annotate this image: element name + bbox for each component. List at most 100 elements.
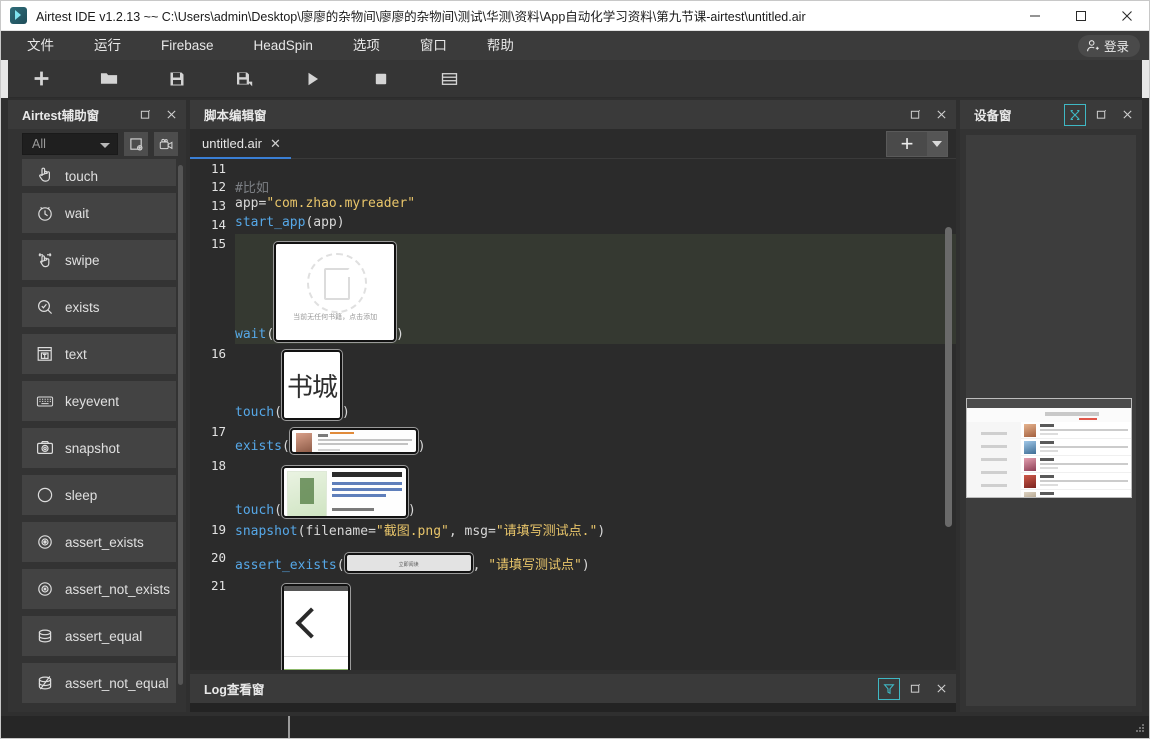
- code-line: 14 start_app(app): [190, 215, 956, 234]
- assist-item-assert-equal[interactable]: assert_equal: [22, 616, 176, 656]
- line-content[interactable]: start_app(app): [235, 215, 956, 234]
- device-screenshot-thumbnail[interactable]: [966, 398, 1132, 498]
- assist-close-button[interactable]: [160, 104, 182, 126]
- line-content[interactable]: touch( 书城 ): [235, 344, 956, 422]
- line-content[interactable]: [235, 159, 956, 177]
- menu-file[interactable]: 文件: [18, 31, 63, 60]
- code-token: ): [407, 503, 416, 518]
- tab-untitled-air[interactable]: untitled.air ✕: [190, 129, 291, 159]
- code-string: "请填写测试点": [488, 558, 582, 573]
- tab-close-icon[interactable]: ✕: [270, 137, 281, 150]
- resize-grip-icon[interactable]: [1135, 723, 1145, 733]
- window-controls: [1012, 0, 1150, 31]
- device-tools-button[interactable]: [1064, 103, 1086, 126]
- statusbar-seam: [288, 716, 290, 739]
- line-content[interactable]: app="com.zhao.myreader": [235, 196, 956, 215]
- assist-item-text[interactable]: text: [22, 334, 176, 374]
- menu-window[interactable]: 窗口: [411, 31, 456, 60]
- assist-filter-select[interactable]: All: [22, 133, 118, 155]
- editor-close-button[interactable]: [930, 104, 952, 126]
- inline-image-book-card[interactable]: [281, 466, 408, 518]
- code-line: 18 touch( ): [190, 456, 956, 520]
- menu-firebase[interactable]: Firebase: [152, 31, 223, 60]
- code-function: touch: [235, 405, 275, 420]
- login-label: 登录: [1103, 40, 1129, 54]
- line-content[interactable]: snapshot(filename="截图.png", msg="请填写测试点.…: [235, 520, 956, 548]
- inline-image-doc-placeholder[interactable]: 当前无任何书籍，点击添加: [274, 242, 397, 342]
- line-content[interactable]: touch( ): [235, 576, 956, 670]
- stop-button[interactable]: [361, 64, 401, 94]
- menu-headspin[interactable]: HeadSpin: [245, 31, 322, 60]
- assist-item-label: exists: [65, 299, 100, 315]
- assist-item-assert-exists[interactable]: assert_exists: [22, 522, 176, 562]
- capture-screen-button[interactable]: [124, 132, 148, 156]
- view-log-button[interactable]: [429, 64, 469, 94]
- maximize-button[interactable]: [1058, 0, 1104, 31]
- run-button[interactable]: [293, 64, 333, 94]
- assist-item-sleep[interactable]: sleep: [22, 475, 176, 515]
- menu-options[interactable]: 选项: [344, 31, 389, 60]
- assist-item-assert-not-exists[interactable]: assert_not_exists: [22, 569, 176, 609]
- new-script-button[interactable]: [21, 64, 61, 94]
- editor-float-button[interactable]: [904, 104, 926, 126]
- line-content[interactable]: touch( ): [235, 456, 956, 520]
- line-content[interactable]: wait( 当前无任何书籍，点击添加 ): [235, 234, 956, 344]
- code-function: start_app: [235, 215, 306, 230]
- save-button[interactable]: [157, 64, 197, 94]
- assist-item-snapshot[interactable]: snapshot: [22, 428, 176, 468]
- code-token: (: [266, 327, 275, 342]
- menu-help[interactable]: 帮助: [478, 31, 523, 60]
- code-editor[interactable]: 11 12 #比如 13 app="com.zhao.myreader" 14 …: [190, 159, 956, 670]
- add-tab-button[interactable]: +: [887, 132, 927, 156]
- assist-item-swipe[interactable]: swipe: [22, 240, 176, 280]
- assist-item-assert-not-equal[interactable]: assert_not_equal: [22, 663, 176, 703]
- minimize-button[interactable]: [1012, 0, 1058, 31]
- editor-vertical-scrollbar[interactable]: [945, 227, 952, 527]
- device-screen-area[interactable]: [966, 135, 1136, 706]
- line-content[interactable]: exists( ): [235, 422, 956, 456]
- assist-float-button[interactable]: [134, 104, 156, 126]
- inline-image-back-button[interactable]: [281, 584, 350, 670]
- airtest-assist-panel: Airtest辅助窗 All touch wait swipe exists t…: [8, 100, 186, 712]
- device-category-item: [981, 445, 1007, 448]
- device-float-button[interactable]: [1090, 104, 1112, 126]
- assist-item-touch[interactable]: touch: [22, 159, 176, 186]
- log-filter-button[interactable]: [878, 677, 900, 700]
- menu-run[interactable]: 运行: [85, 31, 130, 60]
- log-viewer-body: [190, 703, 956, 712]
- status-bar-strip: [283, 586, 348, 591]
- assist-item-exists[interactable]: exists: [22, 287, 176, 327]
- line-number: 20: [210, 550, 226, 565]
- line-number: 19: [210, 522, 226, 537]
- inline-image-shucheng[interactable]: 书城: [281, 350, 342, 420]
- window-title: Airtest IDE v1.2.13 ~~ C:\Users\admin\De…: [36, 9, 806, 24]
- app-logo-icon: [10, 6, 27, 24]
- inline-image-text: 书城: [286, 372, 338, 403]
- save-as-button[interactable]: [225, 64, 265, 94]
- line-content[interactable]: #比如: [235, 177, 956, 196]
- device-book-thumb: [1024, 492, 1036, 497]
- clock-icon: [36, 204, 55, 223]
- assist-list-scrollbar[interactable]: [178, 165, 183, 685]
- assist-item-wait[interactable]: wait: [22, 193, 176, 233]
- inline-image-list-row[interactable]: [289, 428, 418, 454]
- assist-item-label: sleep: [65, 487, 98, 503]
- target-icon: [36, 533, 55, 552]
- inline-image-read-button[interactable]: 立即阅读: [344, 553, 473, 573]
- assist-item-keyevent[interactable]: keyevent: [22, 381, 176, 421]
- open-script-button[interactable]: [89, 64, 129, 94]
- log-close-button[interactable]: [930, 678, 952, 700]
- device-close-button[interactable]: [1116, 104, 1138, 126]
- code-line: 15 wait( 当前无任何书籍，点击添加 ): [190, 234, 956, 344]
- record-button[interactable]: [154, 132, 178, 156]
- line-content[interactable]: assert_exists( 立即阅读 , "请填写测试点"): [235, 548, 956, 576]
- log-float-button[interactable]: [904, 678, 926, 700]
- login-button[interactable]: 登录: [1077, 34, 1140, 57]
- text-input-icon: [36, 345, 55, 364]
- code-line: 21 touch( ): [190, 576, 956, 670]
- add-tab-dropdown-button[interactable]: [927, 132, 947, 156]
- add-tab-control[interactable]: +: [886, 131, 948, 157]
- assist-action-list[interactable]: touch wait swipe exists text keyevent sn…: [8, 159, 186, 712]
- document-icon: [324, 268, 351, 300]
- close-button[interactable]: [1104, 0, 1150, 31]
